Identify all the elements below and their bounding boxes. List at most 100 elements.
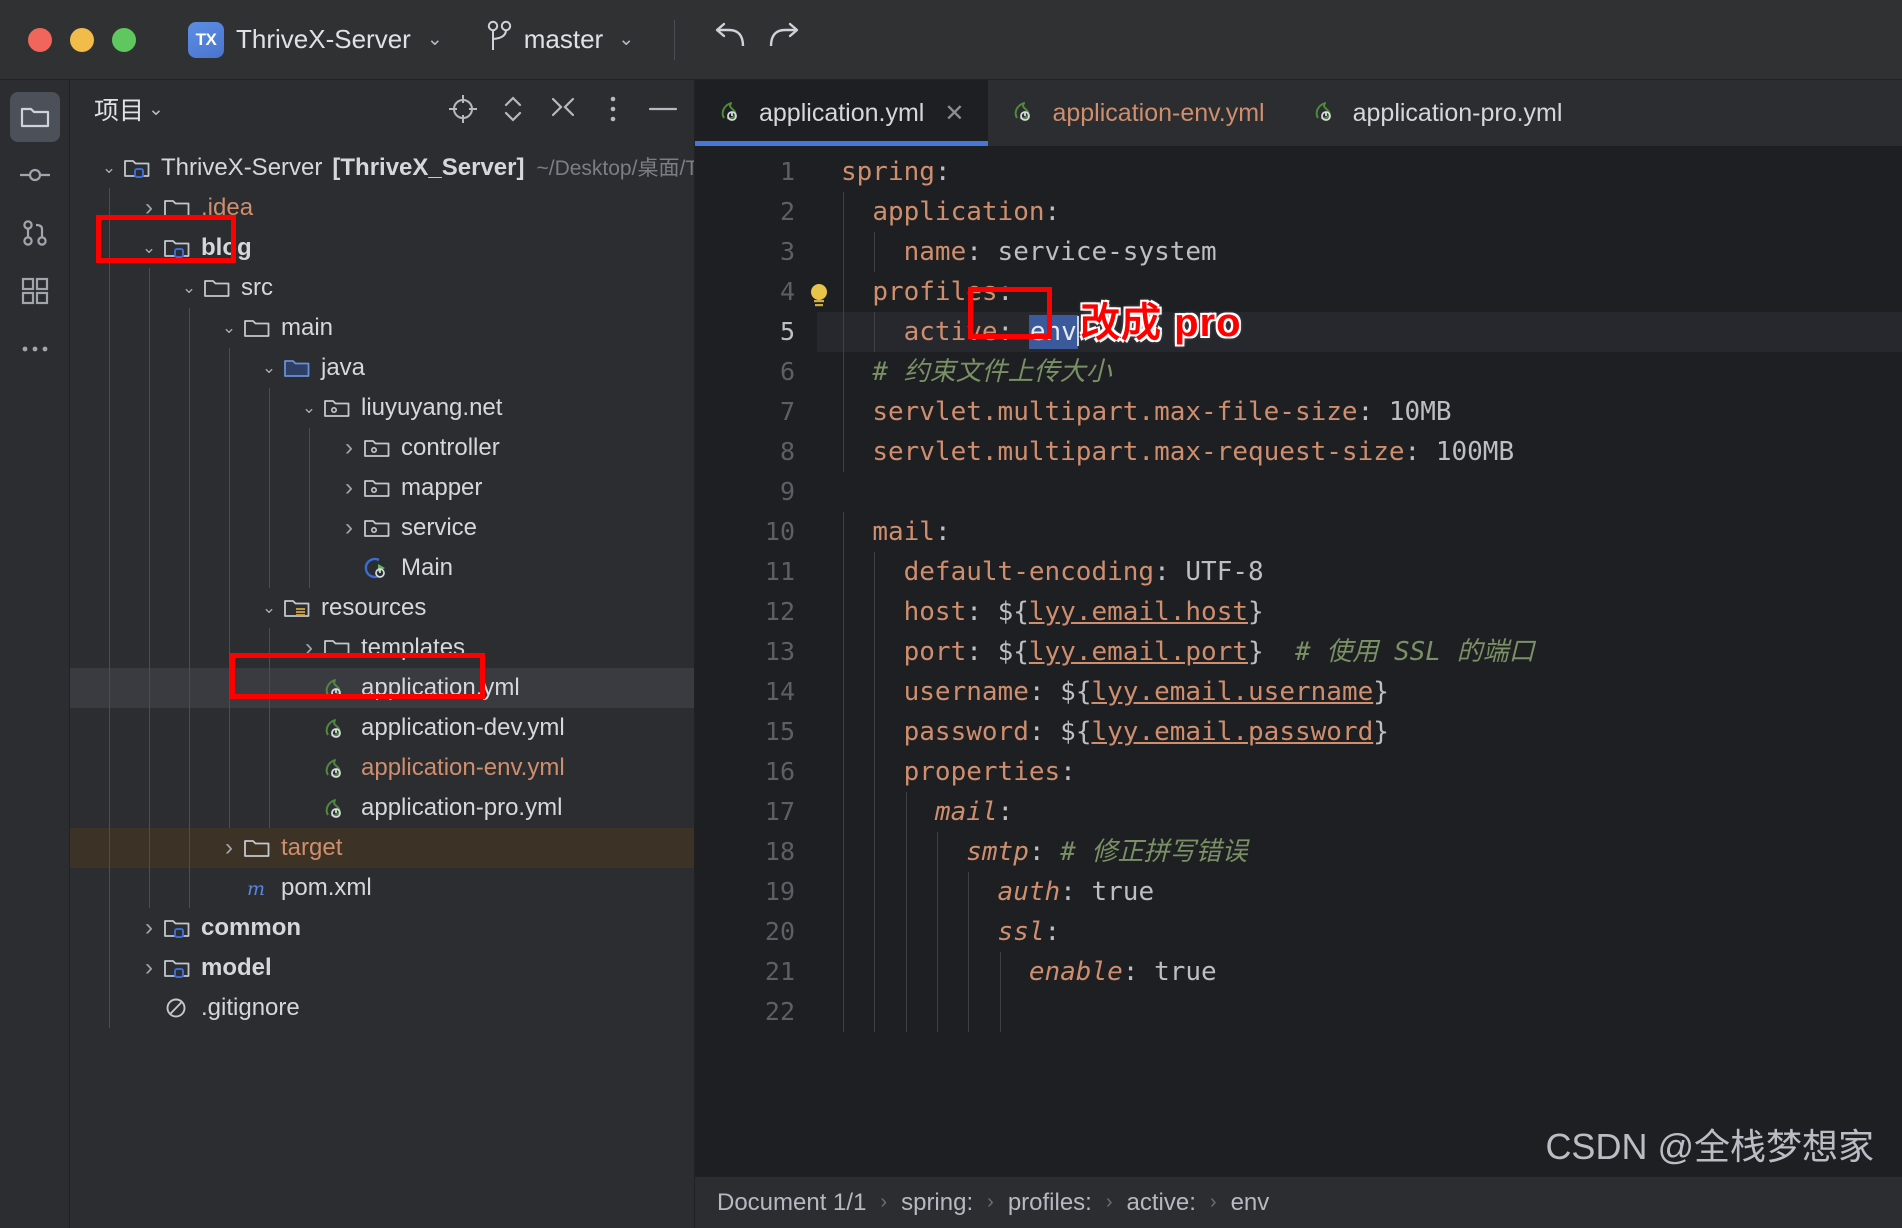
code-line[interactable]: properties: — [817, 752, 1902, 792]
chevron-right-icon[interactable]: › — [136, 194, 162, 222]
chevron-down-icon[interactable]: ⌄ — [216, 318, 242, 338]
code-line[interactable] — [817, 472, 1902, 512]
breadcrumb-item[interactable]: Document 1/1 — [717, 1189, 866, 1217]
tree-item-model[interactable]: › model — [70, 948, 694, 988]
code-line[interactable]: mail: — [817, 792, 1902, 832]
code-line[interactable]: spring: — [817, 152, 1902, 192]
yaml-key: spring — [841, 157, 935, 187]
code-line[interactable]: name: service-system — [817, 232, 1902, 272]
breadcrumb-item[interactable]: spring: — [901, 1189, 973, 1217]
chevron-right-icon[interactable]: › — [336, 474, 362, 502]
tree-item-target[interactable]: › target — [70, 828, 694, 868]
left-tool-rail — [0, 80, 70, 1228]
tree-item-service[interactable]: › service — [70, 508, 694, 548]
chevron-down-icon[interactable]: ⌄ — [136, 238, 162, 258]
tab-file-icon — [719, 99, 747, 127]
chevron-right-icon[interactable]: › — [336, 514, 362, 542]
tree-item-pom-xml[interactable]: m pom.xml — [70, 868, 694, 908]
tree-item-application-pro-yml[interactable]: application-pro.yml — [70, 788, 694, 828]
tree-item-application-dev-yml[interactable]: application-dev.yml — [70, 708, 694, 748]
breadcrumb-item[interactable]: profiles: — [1008, 1189, 1092, 1217]
code-content[interactable]: spring: application: name: service-syste… — [817, 146, 1902, 1176]
tree-item-common[interactable]: › common — [70, 908, 694, 948]
minimize-window-button[interactable] — [70, 27, 94, 52]
code-line[interactable]: servlet.multipart.max-request-size: 100M… — [817, 432, 1902, 472]
chevron-down-icon[interactable]: ⌄ — [176, 278, 202, 298]
zoom-window-button[interactable] — [112, 27, 136, 52]
undo-button[interactable] — [705, 14, 757, 66]
code-line[interactable] — [817, 992, 1902, 1032]
git-branch-selector[interactable]: master ⌄ — [487, 20, 634, 59]
code-line-text: profiles: — [841, 277, 1013, 307]
code-line[interactable]: active: env — [817, 312, 1902, 352]
tree-item-java[interactable]: ⌄ java — [70, 348, 694, 388]
code-line[interactable]: auth: true — [817, 872, 1902, 912]
tree-item-controller[interactable]: › controller — [70, 428, 694, 468]
tree-item-main[interactable]: Main — [70, 548, 694, 588]
sidebar-item-structure[interactable] — [10, 266, 60, 316]
chevron-right-icon[interactable]: › — [136, 954, 162, 982]
editor-tab-application-yml[interactable]: application.yml ✕ — [695, 80, 989, 146]
code-line[interactable]: password: ${lyy.email.password} — [817, 712, 1902, 752]
chevron-right-icon[interactable]: › — [296, 634, 322, 662]
sidebar-item-project[interactable] — [9, 92, 60, 142]
collapse-all-button[interactable] — [546, 92, 580, 126]
tree-item-thrivex-server[interactable]: ⌄ ThriveX-Server [ThriveX_Server] ~/Desktop… — [70, 148, 694, 188]
tree-item-resources[interactable]: ⌄ resources — [70, 588, 694, 628]
code-line[interactable]: host: ${lyy.email.host} — [817, 592, 1902, 632]
breadcrumb[interactable]: Document 1/1 › spring: › profiles: › active: › e… — [695, 1176, 1902, 1228]
hide-panel-button[interactable] — [646, 92, 680, 126]
tree-item-blog[interactable]: ⌄ blog — [70, 228, 694, 268]
close-icon[interactable]: ✕ — [944, 99, 964, 128]
breadcrumb-item[interactable]: active: — [1127, 1189, 1196, 1217]
code-line[interactable]: mail: — [817, 512, 1902, 552]
chevron-down-icon[interactable]: ⌄ — [148, 98, 164, 121]
chevron-right-icon[interactable]: › — [136, 914, 162, 942]
code-line[interactable]: smtp: # 修正拼写错误 — [817, 832, 1902, 872]
code-line[interactable]: # 约束文件上传大小 — [817, 352, 1902, 392]
close-window-button[interactable] — [28, 27, 52, 52]
tree-item-main[interactable]: ⌄ main — [70, 308, 694, 348]
code-line[interactable]: profiles: — [817, 272, 1902, 312]
project-file-tree[interactable]: ⌄ ThriveX-Server [ThriveX_Server] ~/Desktop… — [70, 138, 694, 1228]
tree-item-templates[interactable]: › templates — [70, 628, 694, 668]
code-line[interactable]: default-encoding: UTF-8 — [817, 552, 1902, 592]
tree-item-src[interactable]: ⌄ src — [70, 268, 694, 308]
sidebar-item-pull-requests[interactable] — [10, 208, 60, 258]
tree-item--gitignore[interactable]: .gitignore — [70, 988, 694, 1028]
editor-tab-application-env-yml[interactable]: application-env.yml — [988, 80, 1288, 146]
yaml-colon: : — [966, 237, 982, 267]
editor-tab-application-pro-yml[interactable]: application-pro.yml — [1289, 80, 1587, 146]
redo-button[interactable] — [757, 14, 809, 66]
code-editor[interactable]: 1 2 3 4 5 6 7 8 9 10 11 12 13 14 15 16 17 18 19 20 21 22 spri… — [695, 146, 1902, 1176]
chevron-down-icon[interactable]: ⌄ — [256, 358, 282, 378]
code-line[interactable]: port: ${lyy.email.port} # 使用 SSL 的端口 — [817, 632, 1902, 672]
select-opened-file-button[interactable] — [446, 92, 480, 126]
code-line[interactable]: enable: true — [817, 952, 1902, 992]
chevron-right-icon[interactable]: › — [216, 834, 242, 862]
tree-item-application-yml[interactable]: application.yml — [70, 668, 694, 708]
code-line[interactable]: servlet.multipart.max-file-size: 10MB — [817, 392, 1902, 432]
chevron-down-icon[interactable]: ⌄ — [296, 398, 322, 418]
sidebar-item-commit[interactable] — [10, 150, 60, 200]
chevron-down-icon[interactable]: ⌄ — [256, 598, 282, 618]
breadcrumb-item[interactable]: env — [1231, 1189, 1270, 1217]
project-selector[interactable]: TX ThriveX-Server ⌄ — [188, 21, 443, 58]
chevron-down-icon[interactable]: ⌄ — [96, 158, 122, 178]
tree-item-icon — [282, 596, 312, 620]
chevron-right-icon[interactable]: › — [336, 434, 362, 462]
code-line[interactable]: ssl: — [817, 912, 1902, 952]
tree-item-application-env-yml[interactable]: application-env.yml — [70, 748, 694, 788]
editor-tab-bar[interactable]: application.yml ✕ application-env.yml appli… — [695, 80, 1902, 146]
code-line[interactable]: application: — [817, 192, 1902, 232]
tree-item-mapper[interactable]: › mapper — [70, 468, 694, 508]
code-line[interactable]: username: ${lyy.email.username} — [817, 672, 1902, 712]
expand-collapse-button[interactable] — [496, 92, 530, 126]
tree-item--idea[interactable]: › .idea — [70, 188, 694, 228]
folder-icon — [20, 107, 49, 128]
tree-item-liuyuyang-net[interactable]: ⌄ liuyuyang.net — [70, 388, 694, 428]
spring-yaml-icon — [325, 799, 341, 818]
options-button[interactable] — [596, 92, 630, 126]
sidebar-item-more[interactable] — [10, 324, 60, 374]
tree-item-label: application-env.yml — [361, 754, 565, 781]
